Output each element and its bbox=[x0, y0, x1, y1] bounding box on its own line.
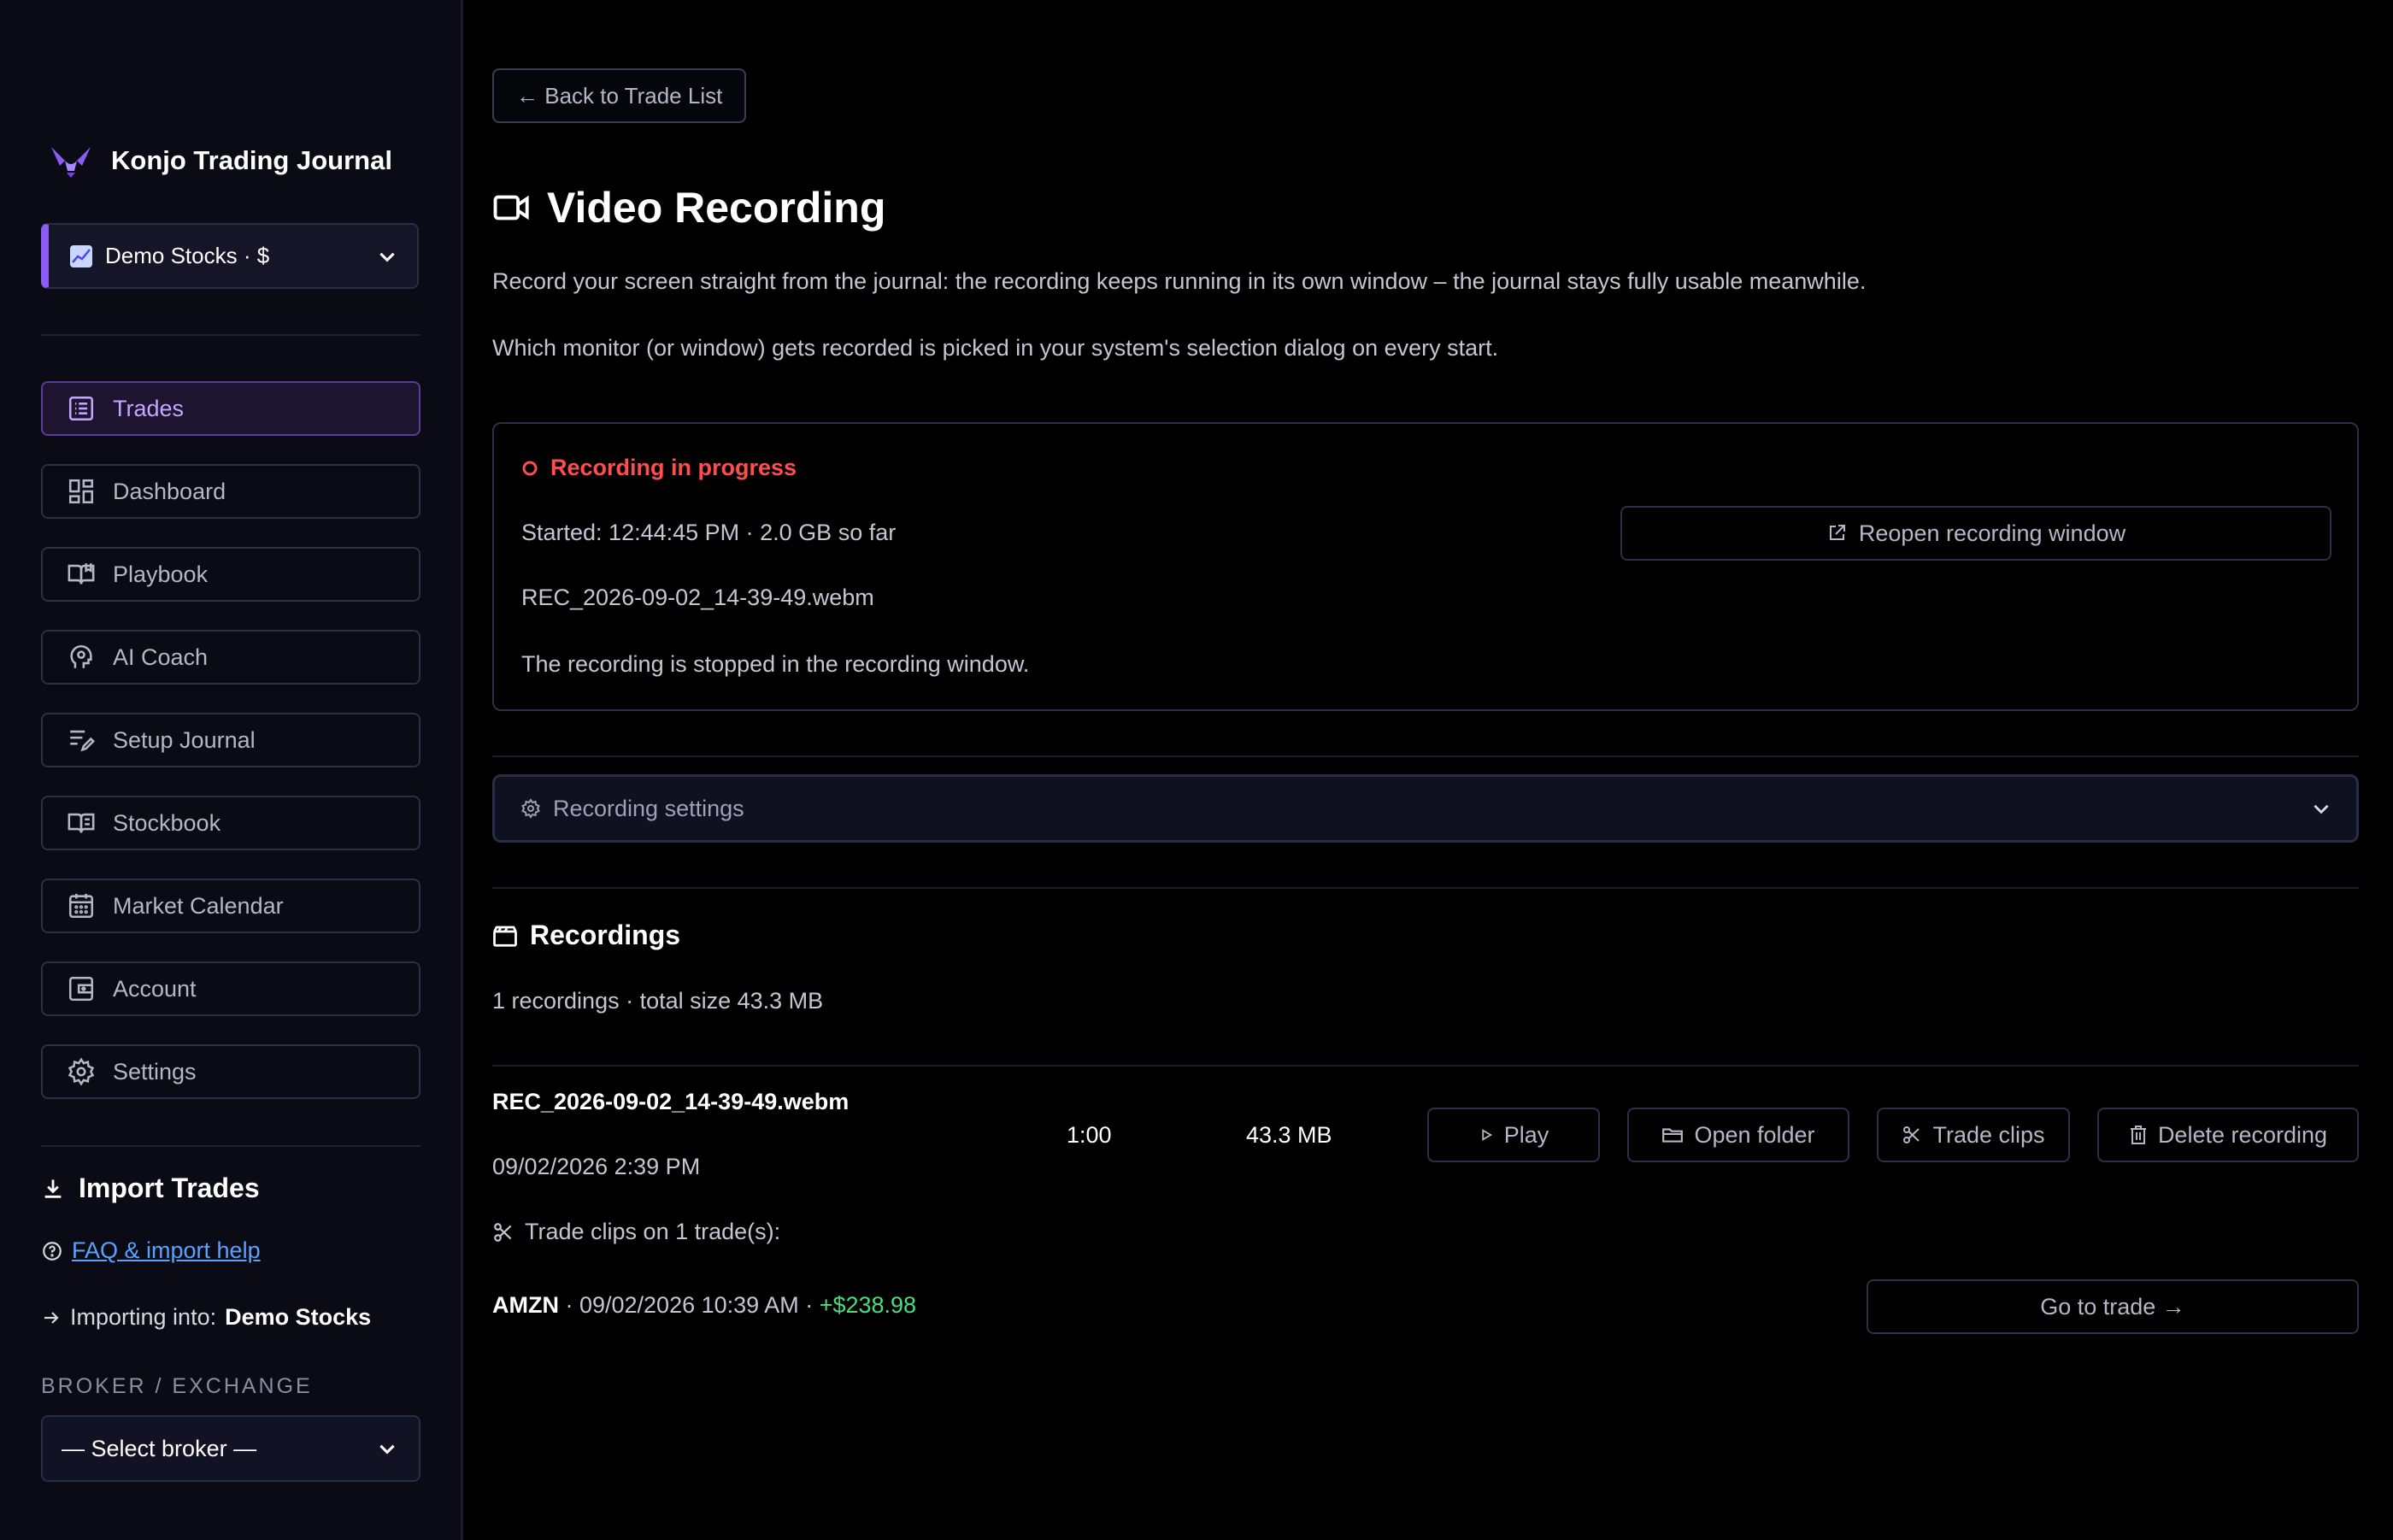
video-camera-icon bbox=[493, 195, 529, 220]
sidebar-item-label: Trades bbox=[113, 395, 185, 421]
help-circle-icon bbox=[43, 1241, 62, 1261]
sidebar-item-market-calendar[interactable]: Market Calendar bbox=[41, 879, 420, 933]
divider bbox=[492, 887, 2359, 889]
recording-item-date: 09/02/2026 2:39 PM bbox=[492, 1154, 701, 1179]
clip-symbol: AMZN bbox=[492, 1292, 559, 1318]
account-select[interactable]: Demo Stocks · $ bbox=[41, 223, 419, 289]
sidebar-item-label: Market Calendar bbox=[113, 892, 284, 919]
broker-select[interactable]: — Select broker — bbox=[41, 1415, 420, 1482]
importing-into: Importing into: Demo Stocks bbox=[41, 1304, 371, 1331]
sidebar-item-playbook[interactable]: Playbook bbox=[41, 547, 420, 602]
open-folder-button[interactable]: Open folder bbox=[1627, 1108, 1849, 1162]
broker-label: BROKER / EXCHANGE bbox=[41, 1374, 313, 1398]
divider bbox=[41, 334, 420, 336]
sidebar-item-label: AI Coach bbox=[113, 644, 209, 670]
trade-clips-title: Trade clips on 1 trade(s): bbox=[492, 1219, 780, 1245]
import-trades-title: Import Trades bbox=[41, 1173, 260, 1204]
chart-icon bbox=[70, 244, 92, 267]
page-title: Video Recording bbox=[492, 183, 885, 232]
scissors-icon bbox=[1903, 1126, 1920, 1143]
recording-item-name: REC_2026-09-02_14-39-49.webm bbox=[492, 1089, 850, 1114]
recording-item-size: 43.3 MB bbox=[1246, 1122, 1332, 1148]
pen-lines-icon bbox=[70, 730, 95, 752]
recording-status-card: Recording in progress Started: 12:44:45 … bbox=[492, 422, 2359, 711]
wallet-icon bbox=[68, 976, 94, 1002]
sidebar-item-label: Stockbook bbox=[113, 809, 221, 836]
chevron-down-icon bbox=[379, 1444, 395, 1455]
sidebar-item-label: Account bbox=[113, 975, 197, 1002]
sidebar-item-ai-coach[interactable]: AI Coach bbox=[41, 630, 420, 685]
importing-target: Demo Stocks bbox=[225, 1304, 372, 1330]
folder-icon bbox=[1662, 1128, 1684, 1143]
sidebar-item-stockbook[interactable]: Stockbook bbox=[41, 796, 420, 850]
dashboard-icon bbox=[68, 479, 94, 504]
recording-item-duration: 1:00 bbox=[1067, 1122, 1112, 1148]
book-icon bbox=[68, 813, 95, 833]
external-link-icon bbox=[1829, 525, 1845, 540]
reopen-recording-window-button[interactable]: Reopen recording window bbox=[1620, 506, 2331, 561]
broker-select-value: — Select broker — bbox=[62, 1435, 257, 1461]
sidebar-item-label: Settings bbox=[113, 1058, 197, 1084]
sidebar-item-label: Setup Journal bbox=[113, 726, 256, 753]
recording-status: Recording in progress bbox=[521, 455, 797, 481]
divider bbox=[41, 1145, 420, 1147]
recordings-summary: 1 recordings · total size 43.3 MB bbox=[492, 988, 824, 1014]
clip-pnl: +$238.98 bbox=[819, 1292, 917, 1318]
chevron-down-icon bbox=[2314, 804, 2329, 814]
brand-title: Konjo Trading Journal bbox=[111, 145, 392, 175]
trade-clip-row: AMZN · 09/02/2026 10:39 AM · +$238.98 bbox=[492, 1292, 916, 1319]
recording-started: Started: 12:44:45 PM · 2.0 GB so far bbox=[521, 520, 897, 545]
scissors-icon bbox=[494, 1222, 512, 1242]
chevron-down-icon bbox=[379, 252, 395, 262]
clip-datetime: · 09/02/2026 10:39 AM · bbox=[558, 1292, 820, 1318]
faq-link[interactable]: FAQ & import help bbox=[72, 1237, 261, 1264]
clapperboard-icon bbox=[493, 926, 517, 947]
logo-icon bbox=[51, 147, 91, 178]
gear-icon bbox=[68, 1057, 95, 1086]
play-button[interactable]: Play bbox=[1427, 1108, 1600, 1162]
recording-filename: REC_2026-09-02_14-39-49.webm bbox=[521, 585, 874, 610]
brand[interactable]: Konjo Trading Journal bbox=[48, 137, 392, 185]
sidebar-item-label: Dashboard bbox=[113, 478, 226, 504]
description-2: Which monitor (or window) gets recorded … bbox=[492, 335, 1499, 361]
description-1: Record your screen straight from the jou… bbox=[492, 268, 1867, 294]
go-to-trade-button[interactable]: Go to trade → bbox=[1867, 1279, 2359, 1334]
divider bbox=[492, 1065, 2359, 1067]
sidebar-item-trades[interactable]: Trades bbox=[41, 381, 420, 436]
brain-icon bbox=[70, 645, 92, 668]
recording-settings-toggle[interactable]: Recording settings bbox=[492, 774, 2359, 843]
sidebar: Konjo Trading Journal Demo Stocks · $ Tr… bbox=[0, 0, 463, 1540]
sidebar-item-label: Playbook bbox=[113, 561, 209, 587]
account-select-label: Demo Stocks · $ bbox=[105, 243, 270, 268]
recording-note: The recording is stopped in the recordin… bbox=[521, 651, 1030, 677]
book-open-icon bbox=[68, 563, 95, 585]
delete-recording-button[interactable]: Delete recording bbox=[2097, 1108, 2359, 1162]
trade-clips-button[interactable]: Trade clips bbox=[1877, 1108, 2070, 1162]
sidebar-item-account[interactable]: Account bbox=[41, 961, 420, 1016]
download-icon bbox=[44, 1179, 62, 1198]
recordings-title: Recordings bbox=[492, 920, 680, 951]
sidebar-item-setup-journal[interactable]: Setup Journal bbox=[41, 713, 420, 767]
list-icon bbox=[68, 396, 94, 421]
faq-link-row: FAQ & import help bbox=[41, 1237, 261, 1264]
nav: Trades Dashboard Playbook AI Coach Setup… bbox=[41, 381, 420, 1127]
calendar-icon bbox=[68, 893, 94, 919]
back-to-trade-list-button[interactable]: ← Back to Trade List bbox=[492, 68, 747, 123]
divider bbox=[492, 755, 2359, 757]
gear-icon bbox=[521, 798, 540, 819]
sidebar-item-settings[interactable]: Settings bbox=[41, 1044, 420, 1099]
trash-icon bbox=[2130, 1126, 2146, 1144]
play-icon bbox=[1482, 1129, 1492, 1141]
arrow-right-icon bbox=[44, 1311, 59, 1324]
sidebar-item-dashboard[interactable]: Dashboard bbox=[41, 464, 420, 519]
record-circle-icon bbox=[522, 461, 538, 475]
